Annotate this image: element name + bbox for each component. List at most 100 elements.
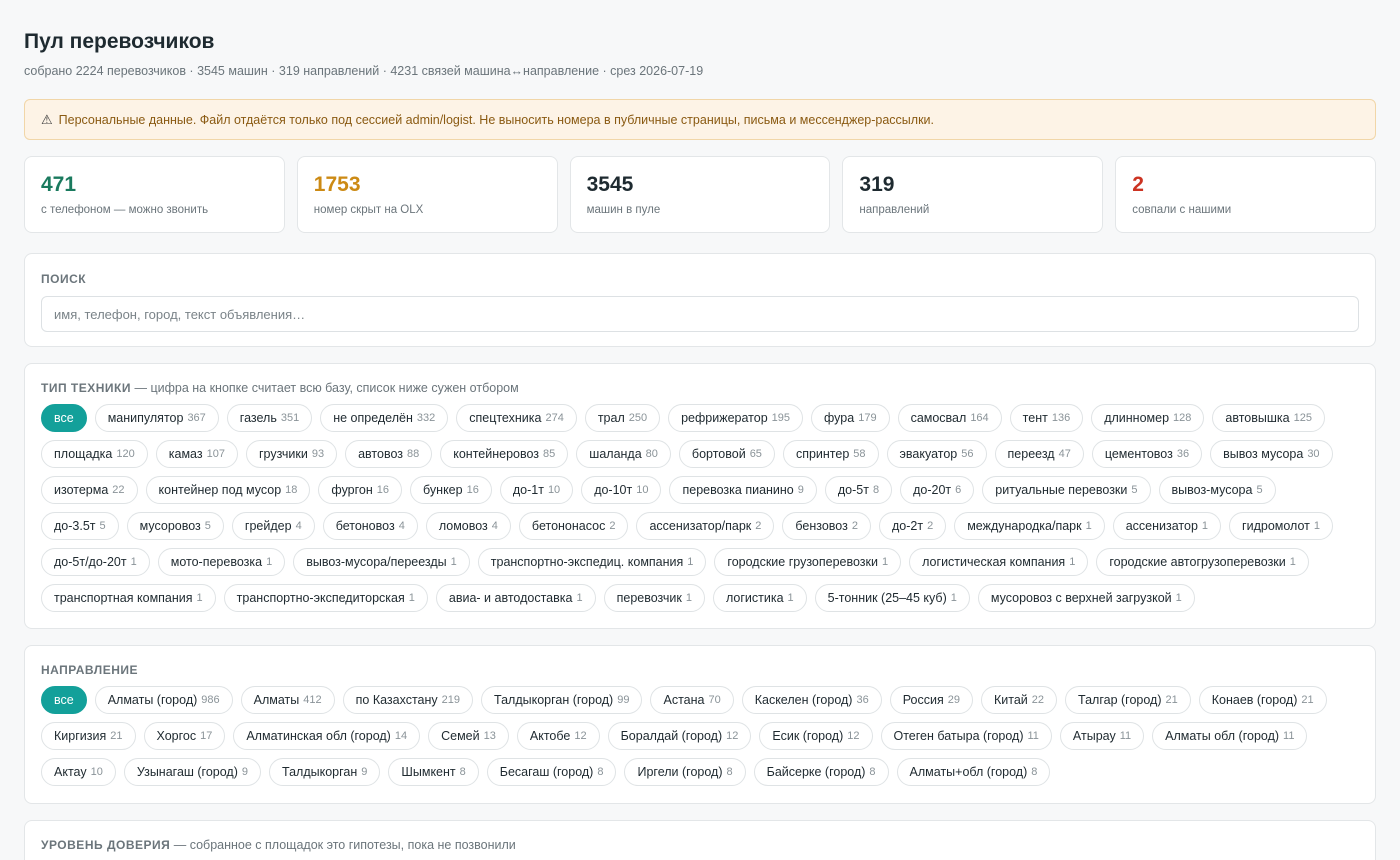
direction-chip[interactable]: Узынагаш (город) 9: [123, 758, 262, 786]
direction-chip[interactable]: Иргели (город) 8: [624, 758, 746, 786]
equipment-type-chip[interactable]: авиа- и автодоставка 1: [435, 584, 596, 612]
direction-chip[interactable]: Алматы (город) 986: [94, 686, 233, 714]
equipment-type-chip[interactable]: ритуальные перевозки 5: [982, 476, 1151, 504]
equipment-type-chip[interactable]: контейнеровоз 85: [440, 440, 569, 468]
direction-chip[interactable]: Атырау 11: [1059, 722, 1145, 750]
equipment-type-chip[interactable]: автовышка 125: [1212, 404, 1325, 432]
equipment-type-chip[interactable]: гидромолот 1: [1229, 512, 1334, 540]
chip-count: 1: [1175, 592, 1182, 604]
direction-chip[interactable]: Талгар (город) 21: [1065, 686, 1191, 714]
equipment-type-chip[interactable]: перевозчик 1: [603, 584, 705, 612]
equipment-type-chip[interactable]: грузчики 93: [245, 440, 338, 468]
equipment-type-chip[interactable]: площадка 120: [41, 440, 148, 468]
equipment-type-chip[interactable]: шаланда 80: [576, 440, 671, 468]
direction-chip[interactable]: Конаев (город) 21: [1198, 686, 1327, 714]
equipment-type-chip[interactable]: мусоровоз с верхней загрузкой 1: [977, 584, 1195, 612]
direction-chip[interactable]: Китай 22: [980, 686, 1058, 714]
equipment-type-chip[interactable]: переезд 47: [994, 440, 1084, 468]
equipment-type-chip[interactable]: рефрижератор 195: [668, 404, 804, 432]
equipment-type-chip[interactable]: городские автогрузоперевозки 1: [1096, 548, 1309, 576]
equipment-type-chip[interactable]: транспортная компания 1: [41, 584, 216, 612]
search-input[interactable]: [41, 296, 1359, 332]
direction-chip[interactable]: Шымкент 8: [388, 758, 479, 786]
equipment-type-chip[interactable]: ломовоз 4: [425, 512, 511, 540]
equipment-type-chip[interactable]: газель 351: [226, 404, 313, 432]
equipment-type-chip[interactable]: транспортно-экспедиц. компания 1: [477, 548, 707, 576]
direction-chip[interactable]: Талдыкорган (город) 99: [481, 686, 643, 714]
equipment-type-chip[interactable]: не определён 332: [320, 404, 449, 432]
equipment-type-chip[interactable]: перевозка пианино 9: [669, 476, 817, 504]
direction-chip[interactable]: Алматы+обл (город) 8: [896, 758, 1051, 786]
equipment-type-chip[interactable]: цементовоз 36: [1091, 440, 1203, 468]
equipment-type-chip[interactable]: бункер 16: [410, 476, 492, 504]
equipment-type-chip[interactable]: фургон 16: [318, 476, 403, 504]
direction-chip[interactable]: Боралдай (город) 12: [607, 722, 752, 750]
equipment-type-chip[interactable]: до-2т 2: [878, 512, 947, 540]
equipment-type-chip[interactable]: манипулятор 367: [94, 404, 219, 432]
chip-count: 128: [1173, 412, 1192, 424]
direction-chip[interactable]: Алматинская обл (город) 14: [233, 722, 421, 750]
equipment-type-chip[interactable]: автовоз 88: [345, 440, 433, 468]
equipment-type-chip[interactable]: городские грузоперевозки 1: [714, 548, 902, 576]
equipment-type-chip[interactable]: международка/парк 1: [954, 512, 1105, 540]
equipment-type-chip[interactable]: бензовоз 2: [782, 512, 871, 540]
equipment-type-chip[interactable]: мото-перевозка 1: [157, 548, 286, 576]
direction-chip[interactable]: Семей 13: [428, 722, 509, 750]
equipment-type-chip[interactable]: 5-тонник (25–45 куб) 1: [814, 584, 970, 612]
equipment-type-chip[interactable]: камаз 107: [155, 440, 238, 468]
equipment-type-chip[interactable]: трал 250: [584, 404, 661, 432]
equipment-type-chip[interactable]: тент 136: [1009, 404, 1084, 432]
direction-chip[interactable]: Каскелен (город) 36: [741, 686, 882, 714]
equipment-type-chip[interactable]: вывоз-мусора/переезды 1: [293, 548, 470, 576]
direction-chip[interactable]: по Казахстану 219: [342, 686, 474, 714]
direction-chip[interactable]: Россия 29: [889, 686, 973, 714]
chip-label: бетоновоз: [335, 519, 395, 533]
equipment-type-chip[interactable]: изотерма 22: [41, 476, 138, 504]
equipment-type-chip[interactable]: самосвал 164: [897, 404, 1002, 432]
direction-chip[interactable]: Актобе 12: [516, 722, 600, 750]
direction-chip[interactable]: Киргизия 21: [41, 722, 136, 750]
equipment-type-chip[interactable]: спецтехника 274: [456, 404, 577, 432]
equipment-type-chip[interactable]: до-3.5т 5: [41, 512, 119, 540]
direction-chip[interactable]: Хоргос 17: [143, 722, 226, 750]
equipment-type-chip[interactable]: логистика 1: [712, 584, 807, 612]
direction-chip[interactable]: Алматы обл (город) 11: [1152, 722, 1308, 750]
equipment-type-chip[interactable]: логистическая компания 1: [909, 548, 1089, 576]
direction-chip[interactable]: все: [41, 686, 87, 714]
equipment-type-chip[interactable]: до-10т 10: [581, 476, 662, 504]
equipment-type-chip[interactable]: мусоровоз 5: [126, 512, 224, 540]
equipment-type-chip[interactable]: вывоз мусора 30: [1210, 440, 1333, 468]
chip-count: 1: [196, 592, 203, 604]
equipment-type-chip[interactable]: контейнер под мусор 18: [145, 476, 311, 504]
direction-chip[interactable]: Астана 70: [650, 686, 734, 714]
direction-chip[interactable]: Байсерке (город) 8: [753, 758, 889, 786]
equipment-type-chip[interactable]: до-5т/до-20т 1: [41, 548, 150, 576]
direction-chip[interactable]: Актау 10: [41, 758, 116, 786]
equipment-type-chip[interactable]: эвакуатор 56: [886, 440, 987, 468]
equipment-type-chip[interactable]: транспортно-экспедиторская 1: [223, 584, 428, 612]
equipment-type-chip[interactable]: бетоновоз 4: [322, 512, 418, 540]
direction-chip[interactable]: Талдыкорган 9: [269, 758, 381, 786]
direction-chip[interactable]: Бесагаш (город) 8: [486, 758, 617, 786]
equipment-type-chip[interactable]: до-5т 8: [824, 476, 893, 504]
equipment-type-chip[interactable]: ассенизатор 1: [1112, 512, 1222, 540]
chip-label: Шымкент: [401, 765, 456, 779]
equipment-type-chip[interactable]: все: [41, 404, 87, 432]
chip-label: спринтер: [795, 447, 850, 461]
equipment-type-chip[interactable]: до-1т 10: [499, 476, 574, 504]
direction-chips: все Алматы (город) 986 Алматы 412 по Казахста…: [41, 686, 1359, 786]
equipment-type-chip[interactable]: фура 179: [811, 404, 890, 432]
equipment-type-chip[interactable]: бетононасос 2: [518, 512, 629, 540]
direction-chip[interactable]: Отеген батыра (город) 11: [880, 722, 1052, 750]
equipment-type-chip[interactable]: спринтер 58: [782, 440, 879, 468]
equipment-type-chip[interactable]: длинномер 128: [1091, 404, 1205, 432]
equipment-type-chip[interactable]: грейдер 4: [231, 512, 315, 540]
equipment-type-chip[interactable]: до-20т 6: [900, 476, 975, 504]
direction-chip[interactable]: Есик (город) 12: [759, 722, 873, 750]
equipment-type-chip[interactable]: бортовой 65: [678, 440, 775, 468]
chip-label: вывоз мусора: [1223, 447, 1304, 461]
stat-card: 2 совпали с нашими: [1115, 156, 1376, 233]
direction-chip[interactable]: Алматы 412: [240, 686, 335, 714]
equipment-type-chip[interactable]: вывоз-мусора 5: [1158, 476, 1276, 504]
equipment-type-chip[interactable]: ассенизатор/парк 2: [636, 512, 775, 540]
